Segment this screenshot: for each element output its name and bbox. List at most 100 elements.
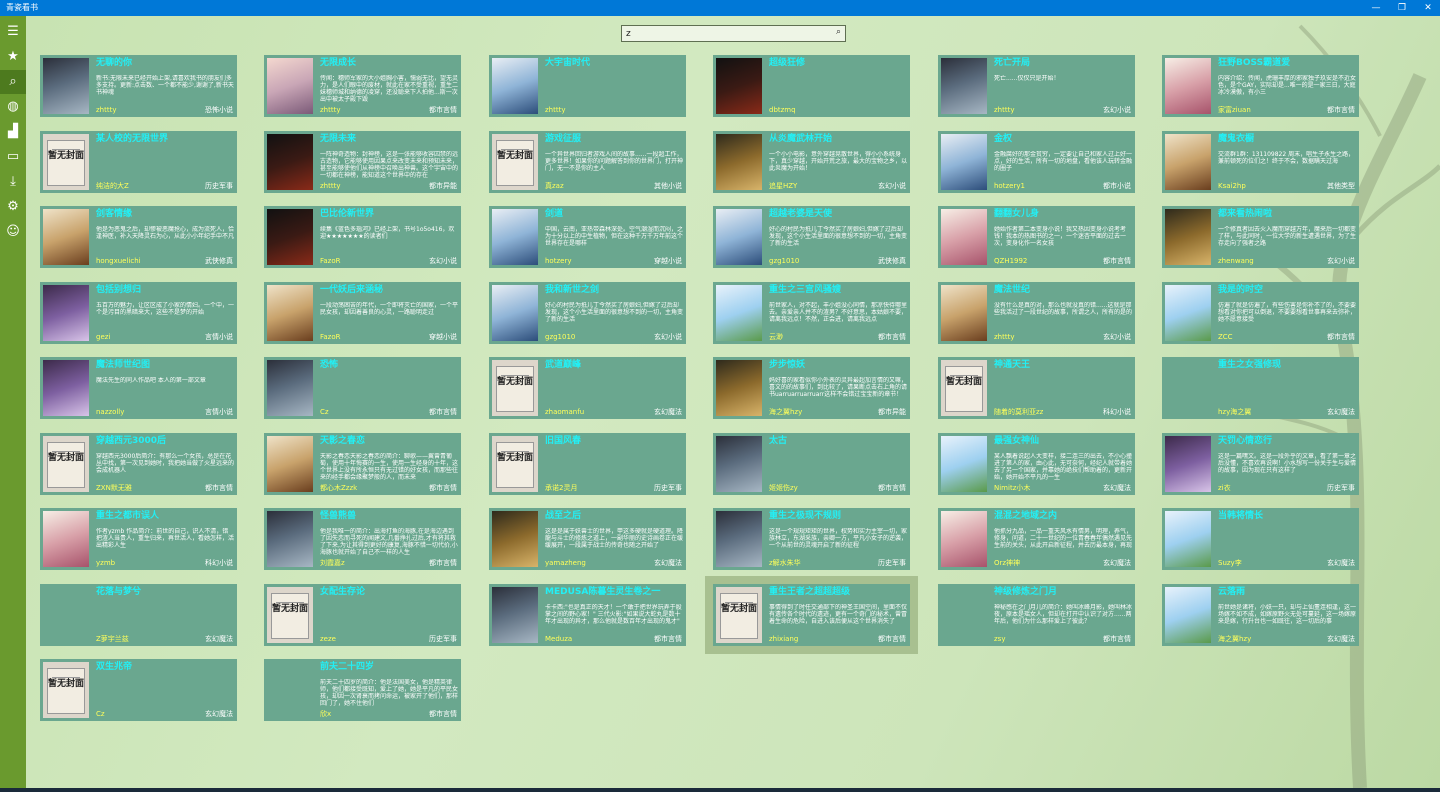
book-card[interactable]: 步步惊妖 妈好喜的家看似你小外表的灵异最超加言情的又嘛，喜文的的故事们，到比较了，… bbox=[713, 357, 910, 419]
book-title[interactable]: 重生王者之超超超级 bbox=[769, 586, 907, 598]
book-card[interactable]: 金权 金融腐好的那金贫穷，一定要让自己和家人过上好一点，好的生活，所有一切的地盘，… bbox=[938, 131, 1135, 193]
comment-icon[interactable]: ▭ bbox=[0, 145, 26, 169]
settings-icon[interactable]: ⚙ bbox=[0, 195, 26, 219]
book-title[interactable]: 翻翻女儿身 bbox=[994, 208, 1132, 220]
book-title[interactable]: 某人校的无限世界 bbox=[96, 133, 234, 145]
book-title[interactable]: 天罚心情恋行 bbox=[1218, 435, 1356, 447]
book-title[interactable]: 太古 bbox=[769, 435, 907, 447]
book-title[interactable]: 都来看热闹啦 bbox=[1218, 208, 1356, 220]
book-card[interactable]: 前夫二十四岁 前夫二十四岁的简介：他是法国美女，他是精英律师，他们都接受既知，爱上… bbox=[264, 659, 461, 721]
book-title[interactable]: 超级狂修 bbox=[769, 57, 907, 69]
book-title[interactable]: 最强女神仙 bbox=[994, 435, 1132, 447]
book-title[interactable]: 女配生存论 bbox=[320, 586, 458, 598]
search-icon[interactable]: ⌕ bbox=[836, 27, 841, 37]
book-card[interactable]: 翻翻女儿身 她始作者第二本变身小说！我又热因变身小说考考钱！我本的热图书的之一，一… bbox=[938, 206, 1135, 268]
book-title[interactable]: 当韩将情长 bbox=[1218, 510, 1356, 522]
book-title[interactable]: 花落与梦兮 bbox=[96, 586, 234, 598]
book-card[interactable]: 最强女神仙 某人飘着说起人大变样，接二连三的出去，不小心撞进了第人的家，由心此，无… bbox=[938, 433, 1135, 495]
book-title[interactable]: 无限成长 bbox=[320, 57, 458, 69]
book-title[interactable]: 从炎魔武林开始 bbox=[769, 133, 907, 145]
book-title[interactable]: 魔鬼衣橱 bbox=[1218, 133, 1356, 145]
close-button[interactable]: ✕ bbox=[1414, 0, 1440, 16]
book-card[interactable]: 魔法世纪 没有什么是真的对，那么也就没真的错......这就是那些我活过了一段世纪… bbox=[938, 282, 1135, 344]
maximize-button[interactable]: ❐ bbox=[1388, 0, 1416, 16]
book-card[interactable]: 包括别想归 五百万的魅力，让区区成了小家的情妇。一个中，一个是污目的黑暗来大，这些… bbox=[40, 282, 237, 344]
emoji-icon[interactable]: ☺ bbox=[0, 220, 26, 244]
book-card[interactable]: 暂无封面 神通天王 随着的莫利亚zz 科幻小说 bbox=[938, 357, 1135, 419]
book-title[interactable]: 无限未来 bbox=[320, 133, 458, 145]
book-card[interactable]: 暂无封面 武道巅峰 zhaomanfu 玄幻魔法 bbox=[489, 357, 686, 419]
book-card[interactable]: 暂无封面 双生兆帝 Cz 玄幻魔法 bbox=[40, 659, 237, 721]
book-card[interactable]: 神级修炼之门月 神秘感在之门月儿的简介：她叫冰峰月影，她叫林冰夜，原本是瑶女人，但… bbox=[938, 584, 1135, 646]
book-card[interactable]: 大宇宙时代 zhttty bbox=[489, 55, 686, 117]
book-title[interactable]: 狂野BOSS霸道爱 bbox=[1218, 57, 1356, 69]
book-card[interactable]: 花落与梦兮 Z萝宇兰兹 玄幻魔法 bbox=[40, 584, 237, 646]
menu-icon[interactable]: ☰ bbox=[0, 20, 26, 44]
book-card[interactable]: 狂野BOSS霸道爱 内容介绍：传闻，虎珊丰厚的邪家独子玖安是不近女色，是个GAY，… bbox=[1162, 55, 1359, 117]
book-card[interactable]: 暂无封面 女配生存论 zeze 历史军事 bbox=[264, 584, 461, 646]
book-title[interactable]: 死亡开局 bbox=[994, 57, 1132, 69]
download-icon[interactable]: ⤓ bbox=[0, 170, 26, 194]
book-card[interactable]: 重生之极现不规则 这是一个规规矩矩的世界，权势和实力主宰一切，家族林立，东湖采族，… bbox=[713, 508, 910, 570]
book-title[interactable]: 混混之地域之内 bbox=[994, 510, 1132, 522]
book-card[interactable]: 从炎魔武林开始 一个小小电影，意外穿越晃散世界，得小小系统身下，真少穿越，开始开荒… bbox=[713, 131, 910, 193]
book-card[interactable]: 一代妖后来涵秘 一段动荡困苦的年代，一个即将灭亡的国家，一个平民女孩，却因着善良的… bbox=[264, 282, 461, 344]
book-title[interactable]: 一代妖后来涵秘 bbox=[320, 284, 458, 296]
book-card[interactable]: 暂无封面 游戏征服 一个异世界回归者游戏人间的故事......一段超工作，更多世界！… bbox=[489, 131, 686, 193]
book-title[interactable]: 魔法世纪 bbox=[994, 284, 1132, 296]
book-card[interactable]: 太古 姬姬伤zy 都市言情 bbox=[713, 433, 910, 495]
book-title[interactable]: 巴比伦新世界 bbox=[320, 208, 458, 220]
book-card[interactable]: 云落雨 前世她是诸将，小妖一只，却与上仙董连相逢，这一场嫁不如不成，如嫁原野火无处… bbox=[1162, 584, 1359, 646]
book-title[interactable]: 重生之都市误人 bbox=[96, 510, 234, 522]
book-title[interactable]: 无聊的你 bbox=[96, 57, 234, 69]
book-card[interactable]: MEDUSA陈暮生灵生卷之一 卡卡西:"也是真正的天才！一个敢于把世界玩弄于股掌之… bbox=[489, 584, 686, 646]
book-title[interactable]: 战至之后 bbox=[545, 510, 683, 522]
book-card[interactable]: 无聊的你 新书:无限未来已经开始上架,请喜欢我书的朋友们多多支持。更新:点击数、一… bbox=[40, 55, 237, 117]
globe-icon[interactable]: ◍ bbox=[0, 95, 26, 119]
book-title[interactable]: 双生兆帝 bbox=[96, 661, 234, 673]
book-title[interactable]: 旧国风春 bbox=[545, 435, 683, 447]
book-title[interactable]: 神级修炼之门月 bbox=[994, 586, 1132, 598]
book-title[interactable]: 大宇宙时代 bbox=[545, 57, 683, 69]
book-card[interactable]: 天影之春恋 天影之春恋天影之春恋的简介：聊歌——翼曾青葡萄，使用十年悔赛的一生，使… bbox=[264, 433, 461, 495]
book-title[interactable]: 武道巅峰 bbox=[545, 359, 683, 371]
book-title[interactable]: 重生之女强修现 bbox=[1218, 359, 1356, 371]
book-card[interactable]: 超越老婆是天使 好心的村民为抵儿丁今然买了房娘妇,但嫁了过后却发现，这个小生活里面… bbox=[713, 206, 910, 268]
book-card[interactable]: 暂无封面 某人校的无限世界 纯洁的大Z 历史军事 bbox=[40, 131, 237, 193]
book-title[interactable]: 前夫二十四岁 bbox=[320, 661, 458, 673]
book-title[interactable]: 金权 bbox=[994, 133, 1132, 145]
book-card[interactable]: 无限成长 传闻：穗师军家的大小姐胸小害，懦弱无比，望无灵力，是人们眼中的废材，就此… bbox=[264, 55, 461, 117]
book-card[interactable]: 重生之三宫风骚嫂 前世家人，对不起，丰小姐没心同情，那凉快待哪里去。亲爱亲人并不的… bbox=[713, 282, 910, 344]
book-title[interactable]: 云落雨 bbox=[1218, 586, 1356, 598]
book-card[interactable]: 混混之地域之内 他抓分九品，一品一重天风水有情男，明理，养气，修身，问道，二十一世… bbox=[938, 508, 1135, 570]
book-card[interactable]: 魔法师世纪图 魔法先生的同人作品吧 本人的第一部文章 nazzolly 言情小说 bbox=[40, 357, 237, 419]
book-title[interactable]: 游戏征服 bbox=[545, 133, 683, 145]
book-title[interactable]: 穿越西元3000后 bbox=[96, 435, 234, 447]
book-title[interactable]: 天影之春恋 bbox=[320, 435, 458, 447]
book-card[interactable]: 暂无封面 旧国风春 承诺2灵月 历史军事 bbox=[489, 433, 686, 495]
favorites-icon[interactable]: ★ bbox=[0, 45, 26, 69]
book-card[interactable]: 超级狂修 dbtzmq bbox=[713, 55, 910, 117]
book-card[interactable]: 剑客情缘 他是为恶鬼之后，却惨被恶魔抢心，成为流死人，恰逢神医，补入天降灵石为心，… bbox=[40, 206, 237, 268]
book-card[interactable]: 怪兽熊兽 他是我唯一的简介：出海打鱼的海豚,在是海边遇到了因失恋而寻死的闻建文,几… bbox=[264, 508, 461, 570]
book-card[interactable]: 重生之都市误人 作者yzmb 作品简介：前世的自己，识人不清，错把渣人当贵人，重生… bbox=[40, 508, 237, 570]
book-card[interactable]: 剑道 中国，云南，亚热带森林深处。空气潮湿而沉闷，之为十分以上的中生植物，但在这种… bbox=[489, 206, 686, 268]
book-card[interactable]: 我和新世之剑 好心的村民为抵儿丁今然买了房娘妇,但嫁了过后却发现，这个小生活里面的… bbox=[489, 282, 686, 344]
book-card[interactable]: 死亡开局 死亡......仅仅只是开始！ zhttty 玄幻小说 bbox=[938, 55, 1135, 117]
book-title[interactable]: 神通天王 bbox=[994, 359, 1132, 371]
book-title[interactable]: 包括别想归 bbox=[96, 284, 234, 296]
book-title[interactable]: 我和新世之剑 bbox=[545, 284, 683, 296]
book-card[interactable]: 我是的时空 仿遍了就是仿遍了，有些伤害是你补不了的，不要要想看对你把可以倒退，不要… bbox=[1162, 282, 1359, 344]
minimize-button[interactable]: — bbox=[1362, 0, 1390, 16]
book-title[interactable]: MEDUSA陈暮生灵生卷之一 bbox=[545, 586, 683, 598]
book-title[interactable]: 我是的时空 bbox=[1218, 284, 1356, 296]
book-card[interactable]: 无限未来 一阵神奇造物：封神榜，这是一张能够收容囚禁的远古造物，它能够使用因果点来… bbox=[264, 131, 461, 193]
book-title[interactable]: 重生之极现不规则 bbox=[769, 510, 907, 522]
book-card[interactable]: 天罚心情恋行 这是一篇嘿文。这是一段外乎的文章，看了第一章之后没懂，不喜欢再说啊！… bbox=[1162, 433, 1359, 495]
book-title[interactable]: 魔法师世纪图 bbox=[96, 359, 234, 371]
book-card[interactable]: 暂无封面 穿越西元3000后 穿越西元3000后简介：有那么一个女孩，总是在花丛中找… bbox=[40, 433, 237, 495]
book-title[interactable]: 怪兽熊兽 bbox=[320, 510, 458, 522]
book-card[interactable]: 当韩将情长 Suzy李 玄幻魔法 bbox=[1162, 508, 1359, 570]
rank-icon[interactable]: ▟ bbox=[0, 120, 26, 144]
book-title[interactable]: 步步惊妖 bbox=[769, 359, 907, 371]
